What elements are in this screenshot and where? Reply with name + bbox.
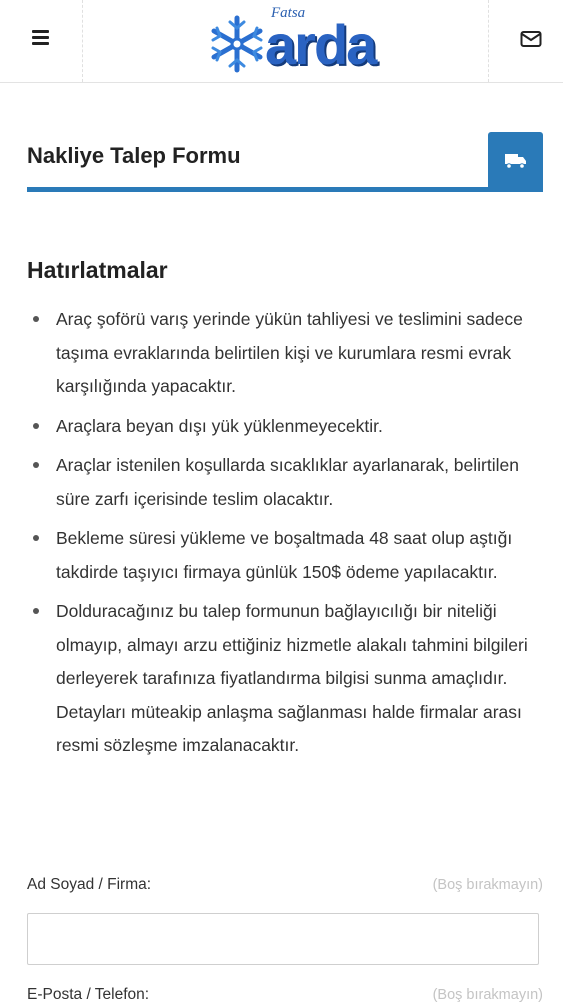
name-field-hint: (Boş bırakmayın): [432, 877, 543, 893]
contact-field-label: E-Posta / Telefon:: [27, 986, 150, 1003]
truck-icon: [505, 154, 526, 169]
name-field[interactable]: [27, 913, 539, 965]
list-item: Araçlar istenilen koşullarda sıcaklıklar…: [27, 449, 547, 516]
site-logo[interactable]: Fatsa arda: [205, 0, 420, 82]
page-title: Nakliye Talep Formu: [27, 143, 241, 168]
list-item: Bekleme süresi yükleme ve boşaltmada 48 …: [27, 522, 547, 589]
name-field-label: Ad Soyad / Firma:: [27, 876, 152, 893]
menu-button[interactable]: [22, 28, 60, 54]
divider: [82, 0, 83, 82]
list-item: Araç şoförü varış yerinde yükün tahliyes…: [27, 303, 547, 404]
logo-word: arda: [265, 13, 377, 76]
snowflake-icon: [211, 15, 263, 73]
divider: [488, 0, 489, 82]
reminders-title: Hatırlatmalar: [27, 257, 168, 283]
mail-button[interactable]: [510, 30, 550, 54]
mail-icon: [520, 31, 542, 47]
site-header: Fatsa arda: [0, 0, 563, 83]
list-item: Dolduracağınız bu talep formunun bağlayı…: [27, 595, 547, 763]
form-header: Nakliye Talep Formu: [27, 132, 543, 194]
menu-icon: [32, 30, 49, 33]
truck-button[interactable]: [488, 132, 543, 190]
reminders-list: Araç şoförü varış yerinde yükün tahliyes…: [27, 303, 547, 769]
list-item: Araçlara beyan dışı yük yüklenmeyecektir…: [27, 410, 547, 444]
contact-field-hint: (Boş bırakmayın): [432, 987, 543, 1003]
title-underline: [27, 187, 543, 192]
